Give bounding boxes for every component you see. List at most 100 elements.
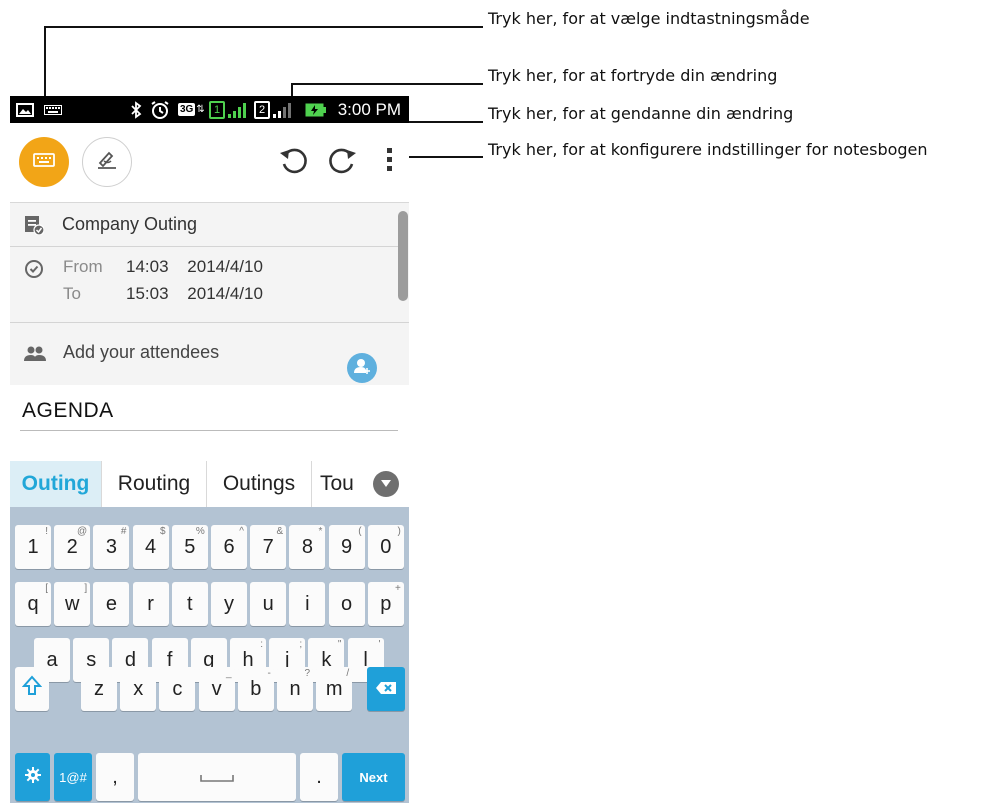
key-hint: %	[195, 526, 205, 537]
soft-keyboard: 1! 2 @3 #4 $5% 6 ^ 7 & 8 * 9(0) q[w] e r t y u i o p + asdfg…	[10, 507, 409, 803]
people-icon	[23, 345, 47, 368]
key-9[interactable]: 9(	[328, 525, 365, 569]
suggestion-item[interactable]: Tou	[312, 461, 362, 507]
key-hint: +	[394, 583, 401, 594]
key-q[interactable]: q[	[15, 582, 51, 626]
key-1[interactable]: 1!	[15, 525, 51, 569]
phone-screen: 3G ⇅ 1 2 3:00 PM Company Outing From 14:…	[10, 96, 409, 803]
redo-icon	[327, 144, 359, 181]
add-attendee-button[interactable]	[347, 353, 377, 383]
settings-key[interactable]	[15, 753, 50, 801]
key-u[interactable]: u	[250, 582, 287, 626]
key-hint: )	[397, 526, 401, 537]
key-hint: "	[337, 639, 342, 650]
overflow-menu-button[interactable]	[377, 144, 403, 180]
comma-key[interactable]: ,	[96, 753, 134, 801]
symbols-key[interactable]: 1@#	[54, 753, 92, 801]
sim1-icon: 1	[209, 96, 225, 123]
key-hint: :	[260, 639, 263, 650]
key-v[interactable]: v _	[198, 667, 235, 711]
scrollbar[interactable]	[398, 211, 408, 301]
key-hint: $	[160, 526, 166, 537]
key-5[interactable]: 5%	[171, 525, 208, 569]
key-8[interactable]: 8 *	[289, 525, 326, 569]
to-date: 2014/4/10	[187, 284, 263, 303]
key-i[interactable]: i	[289, 582, 326, 626]
key-hint: -	[267, 668, 271, 679]
suggestion-item[interactable]: Outing	[10, 461, 102, 507]
next-key[interactable]: Next	[342, 753, 405, 801]
backspace-key[interactable]	[367, 667, 405, 711]
key-label: n	[289, 677, 301, 700]
key-label: r	[147, 592, 154, 615]
to-label: To	[63, 284, 81, 303]
key-3[interactable]: 3 #	[93, 525, 130, 569]
key-m[interactable]: m /	[316, 667, 353, 711]
shift-key[interactable]	[15, 667, 49, 711]
overflow-menu-icon	[386, 146, 394, 179]
add-person-icon	[353, 357, 371, 380]
key-0[interactable]: 0)	[367, 525, 404, 569]
key-w[interactable]: w]	[54, 582, 91, 626]
status-bar: 3G ⇅ 1 2 3:00 PM	[10, 96, 409, 123]
event-title-row[interactable]: Company Outing	[10, 203, 400, 247]
key-hint: !	[45, 526, 48, 537]
callout-input-mode: Tryk her, for at vælge indtastningsmåde	[488, 9, 810, 28]
key-label: c	[172, 677, 183, 700]
key-4[interactable]: 4 $	[132, 525, 169, 569]
handwriting-mode-button[interactable]	[82, 137, 132, 187]
period-key[interactable]: .	[300, 753, 338, 801]
redo-button[interactable]	[325, 144, 361, 180]
toolbar	[10, 123, 409, 203]
key-p[interactable]: p +	[367, 582, 404, 626]
key-hint: '	[378, 639, 381, 650]
key-label: 9	[341, 535, 353, 558]
key-label: 7	[262, 535, 274, 558]
undo-button[interactable]	[275, 144, 311, 180]
key-t[interactable]: t	[171, 582, 208, 626]
to-row: To 15:03 2014/4/10	[63, 284, 263, 304]
suggestion-item[interactable]: Outings	[207, 461, 312, 507]
key-b[interactable]: b-	[237, 667, 274, 711]
note-line	[20, 430, 398, 431]
callout-settings: Tryk her, for at konfigurere indstilling…	[488, 140, 928, 159]
key-label: o	[341, 592, 353, 615]
alarm-icon	[150, 96, 170, 123]
key-label: 0	[380, 535, 392, 558]
key-2[interactable]: 2 @	[54, 525, 91, 569]
key-hint: ]	[84, 583, 88, 594]
key-6[interactable]: 6 ^	[211, 525, 247, 569]
data-3g-icon: 3G ⇅	[178, 103, 205, 116]
key-label: m	[325, 677, 343, 700]
key-label: z	[94, 677, 104, 700]
key-label: 5	[184, 535, 196, 558]
bluetooth-icon	[130, 96, 142, 123]
key-e[interactable]: e	[93, 582, 130, 626]
callout-redo: Tryk her, for at gendanne din ændring	[488, 104, 794, 123]
key-z[interactable]: z	[81, 667, 117, 711]
key-hint: ^	[239, 526, 244, 537]
key-c[interactable]: c	[159, 667, 196, 711]
key-x[interactable]: x	[120, 667, 157, 711]
keyboard-mode-button[interactable]	[19, 137, 69, 187]
key-7[interactable]: 7 &	[250, 525, 287, 569]
note-area[interactable]: AGENDA	[10, 385, 409, 461]
suggestion-item[interactable]: Routing	[102, 461, 207, 507]
key-hint: (	[358, 526, 362, 537]
key-o[interactable]: o	[328, 582, 365, 626]
signal-icon	[273, 96, 291, 123]
key-label: y	[224, 592, 234, 615]
key-y[interactable]: y	[211, 582, 247, 626]
key-label: q	[27, 592, 39, 615]
clock: 3:00 PM	[337, 100, 401, 119]
space-key[interactable]	[138, 753, 296, 801]
undo-icon	[277, 144, 309, 181]
attendees-row[interactable]: Add your attendees	[10, 328, 409, 385]
key-n[interactable]: n?	[277, 667, 313, 711]
key-hint: @	[77, 526, 88, 537]
expand-suggestions-button[interactable]	[373, 471, 399, 497]
keyboard-icon	[33, 152, 55, 172]
event-time[interactable]: From 14:03 2014/4/10 To 15:03 2014/4/10	[10, 253, 409, 313]
space-icon	[200, 766, 234, 789]
key-r[interactable]: r	[132, 582, 169, 626]
